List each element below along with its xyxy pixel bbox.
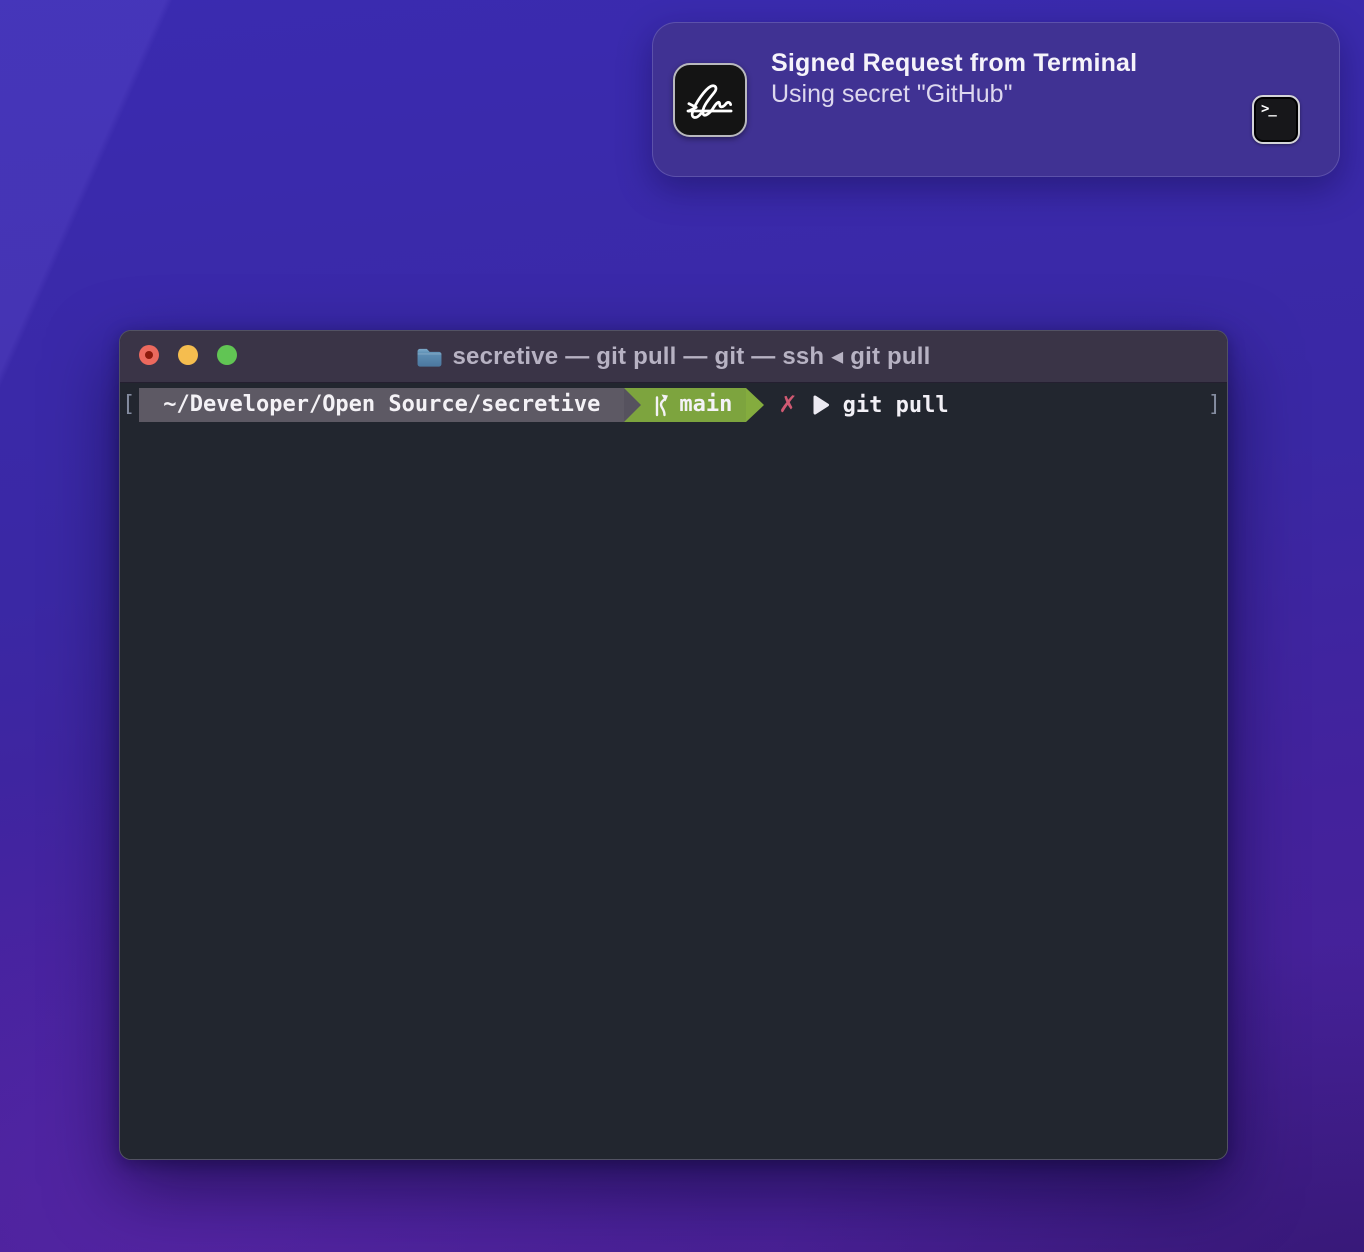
signature-icon bbox=[677, 67, 743, 133]
typed-command: git pull bbox=[843, 393, 949, 418]
folder-icon bbox=[416, 346, 443, 368]
title-group: secretive — git pull — git — ssh ◂ git p… bbox=[416, 342, 930, 371]
powerline-end-icon bbox=[746, 388, 764, 422]
prompt-path: ~/Developer/Open Source/secretive bbox=[163, 388, 600, 422]
prompt-arrow-icon bbox=[810, 393, 832, 417]
secretive-app-icon bbox=[673, 63, 747, 137]
traffic-lights bbox=[139, 345, 237, 365]
terminal-content[interactable]: [ ~/Developer/Open Source/secretive bbox=[120, 383, 1227, 1159]
prompt-branch-segment: main bbox=[624, 388, 746, 422]
terminal-glyph: >_ bbox=[1261, 101, 1276, 117]
terminal-icon: >_ bbox=[1252, 95, 1300, 144]
notification-banner[interactable]: Signed Request from Terminal Using secre… bbox=[652, 22, 1340, 177]
powerline-separator-icon bbox=[624, 388, 641, 422]
zoom-button[interactable] bbox=[217, 345, 237, 365]
prompt-path-segment: ~/Developer/Open Source/secretive bbox=[139, 388, 624, 422]
minimize-button[interactable] bbox=[178, 345, 198, 365]
desktop: Signed Request from Terminal Using secre… bbox=[0, 0, 1364, 1252]
close-button[interactable] bbox=[139, 345, 159, 365]
unsaved-dot bbox=[145, 351, 153, 359]
window-title: secretive — git pull — git — ssh ◂ git p… bbox=[452, 342, 930, 371]
open-bracket: [ bbox=[122, 388, 135, 422]
git-branch-icon bbox=[652, 393, 671, 417]
prompt-line: [ ~/Developer/Open Source/secretive bbox=[122, 388, 1224, 422]
terminal-window: secretive — git pull — git — ssh ◂ git p… bbox=[119, 330, 1228, 1160]
branch-name: main bbox=[679, 388, 732, 422]
notification-text: Signed Request from Terminal Using secre… bbox=[771, 49, 1137, 109]
titlebar[interactable]: secretive — git pull — git — ssh ◂ git p… bbox=[120, 331, 1227, 383]
notification-title: Signed Request from Terminal bbox=[771, 49, 1137, 78]
close-bracket: ] bbox=[1208, 388, 1221, 422]
exit-status-x: ✗ bbox=[778, 392, 797, 418]
notification-subtitle: Using secret "GitHub" bbox=[771, 80, 1137, 109]
